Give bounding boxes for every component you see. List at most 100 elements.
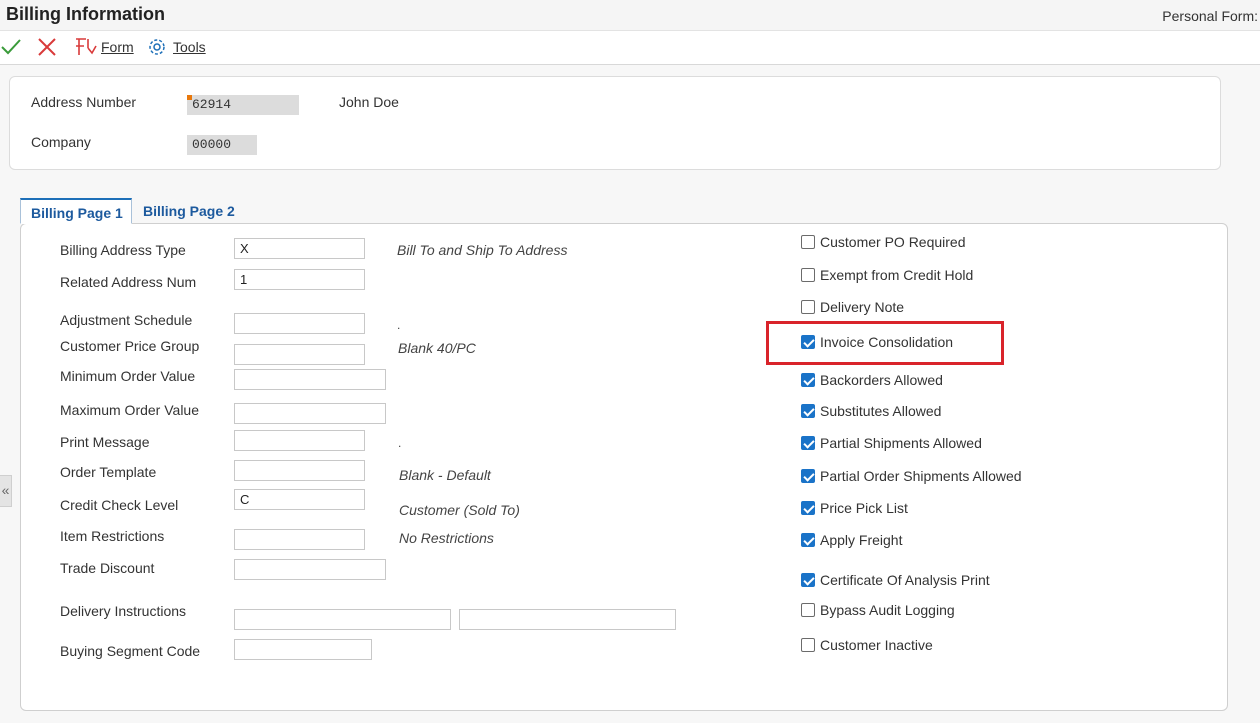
delivery-note-checkbox[interactable]: Delivery Note <box>801 299 904 315</box>
checkbox-box <box>801 573 815 587</box>
tab-billing-page-1[interactable]: Billing Page 1 <box>20 198 132 224</box>
order-template-desc: Blank - Default <box>399 467 491 483</box>
company-label: Company <box>31 134 91 150</box>
checkbox-box <box>801 300 815 314</box>
form-icon <box>76 38 97 55</box>
buying-segment-code-input[interactable] <box>234 639 372 660</box>
billing-address-type-label: Billing Address Type <box>60 242 186 258</box>
print-message-desc: . <box>398 436 402 450</box>
apply-freight-checkbox[interactable]: Apply Freight <box>801 532 902 548</box>
tab-billing-page-2[interactable]: Billing Page 2 <box>143 198 235 224</box>
double-chevron-left-icon: « <box>1 482 10 498</box>
tools-menu-label: Tools <box>173 39 206 55</box>
checkbox-label: Invoice Consolidation <box>820 334 954 350</box>
billing-page-1-panel <box>20 223 1228 711</box>
print-message-input[interactable] <box>234 430 365 451</box>
address-number-field: 62914 <box>187 95 299 115</box>
adjustment-schedule-desc: . <box>397 318 401 332</box>
company-field: 00000 <box>187 135 257 155</box>
checkbox-box <box>801 469 815 483</box>
buying-segment-code-label: Buying Segment Code <box>60 643 201 659</box>
title-bar: Billing Information Personal Form: <box>0 0 1260 31</box>
checkbox-box <box>801 533 815 547</box>
minimum-order-value-input[interactable] <box>234 369 386 390</box>
checkbox-label: Partial Shipments Allowed <box>820 435 982 451</box>
customer-price-group-label: Customer Price Group <box>60 338 200 354</box>
invoice-consolidation-checkbox[interactable]: Invoice Consolidation <box>801 334 953 350</box>
checkbox-label: Price Pick List <box>820 500 908 516</box>
close-icon <box>38 38 56 56</box>
checkbox-box <box>801 268 815 282</box>
checkbox-label: Apply Freight <box>820 532 903 548</box>
print-message-label: Print Message <box>60 434 150 450</box>
checkbox-label: Customer PO Required <box>820 234 966 250</box>
checkbox-box <box>801 404 815 418</box>
credit-check-level-input[interactable]: C <box>234 489 365 510</box>
adjustment-schedule-input[interactable] <box>234 313 365 334</box>
partial-shipments-allowed-checkbox[interactable]: Partial Shipments Allowed <box>801 435 982 451</box>
adjustment-schedule-label: Adjustment Schedule <box>60 312 193 328</box>
checkbox-label: Delivery Note <box>820 299 905 315</box>
checkbox-box <box>801 436 815 450</box>
form-menu-label: Form <box>101 39 134 55</box>
checkbox-label: Bypass Audit Logging <box>820 602 955 618</box>
exempt-from-credit-hold-checkbox[interactable]: Exempt from Credit Hold <box>801 267 973 283</box>
address-name: John Doe <box>339 94 399 110</box>
maximum-order-value-input[interactable] <box>234 403 386 424</box>
customer-price-group-desc: Blank 40/PC <box>398 340 476 356</box>
backorders-allowed-checkbox[interactable]: Backorders Allowed <box>801 372 943 388</box>
trade-discount-input[interactable] <box>234 559 386 580</box>
billing-address-type-input[interactable]: X <box>234 238 365 259</box>
company-value: 00000 <box>192 137 232 152</box>
checkbox-box <box>801 373 815 387</box>
checkbox-box <box>801 235 815 249</box>
checkbox-label: Partial Order Shipments Allowed <box>820 468 1022 484</box>
checkbox-label: Exempt from Credit Hold <box>820 267 974 283</box>
check-icon <box>1 39 21 55</box>
credit-check-level-label: Credit Check Level <box>60 497 179 513</box>
certificate-of-analysis-print-checkbox[interactable]: Certificate Of Analysis Print <box>801 572 990 588</box>
item-restrictions-label: Item Restrictions <box>60 528 165 544</box>
toolbar: Form Tools <box>0 31 1260 65</box>
checkbox-box <box>801 501 815 515</box>
collapse-toggle[interactable]: « <box>0 475 12 507</box>
delivery-instructions-label: Delivery Instructions <box>60 603 187 619</box>
related-address-num-input[interactable]: 1 <box>234 269 365 290</box>
address-number-label: Address Number <box>31 94 137 110</box>
price-pick-list-checkbox[interactable]: Price Pick List <box>801 500 908 516</box>
customer-price-group-input[interactable] <box>234 344 365 365</box>
customer-inactive-checkbox[interactable]: Customer Inactive <box>801 637 933 653</box>
tools-menu[interactable]: Tools <box>147 31 206 63</box>
address-number-value: 62914 <box>192 97 232 112</box>
checkbox-label: Certificate Of Analysis Print <box>820 572 990 588</box>
delivery-instructions-input-1[interactable] <box>234 609 451 630</box>
personal-form-menu[interactable]: Personal Form: <box>1162 8 1258 24</box>
page-title: Billing Information <box>6 4 165 24</box>
delivery-instructions-input-2[interactable] <box>459 609 676 630</box>
partial-order-shipments-allowed-checkbox[interactable]: Partial Order Shipments Allowed <box>801 468 1022 484</box>
required-marker <box>187 95 192 100</box>
checkbox-label: Substitutes Allowed <box>820 403 942 419</box>
billing-address-type-desc: Bill To and Ship To Address <box>397 242 568 258</box>
cancel-button[interactable] <box>37 31 57 63</box>
bypass-audit-logging-checkbox[interactable]: Bypass Audit Logging <box>801 602 955 618</box>
checkbox-box <box>801 335 815 349</box>
form-menu[interactable]: Form <box>74 31 134 63</box>
maximum-order-value-label: Maximum Order Value <box>60 402 200 418</box>
header-section: Address Number 62914 John Doe Company 00… <box>9 76 1221 170</box>
trade-discount-label: Trade Discount <box>60 560 155 576</box>
item-restrictions-input[interactable] <box>234 529 365 550</box>
checkbox-box <box>801 603 815 617</box>
gear-icon <box>149 39 165 55</box>
checkbox-label: Customer Inactive <box>820 637 933 653</box>
order-template-input[interactable] <box>234 460 365 481</box>
related-address-num-label: Related Address Num <box>60 274 197 290</box>
order-template-label: Order Template <box>60 464 157 480</box>
ok-button[interactable] <box>0 31 22 63</box>
customer-po-required-checkbox[interactable]: Customer PO Required <box>801 234 966 250</box>
checkbox-label: Backorders Allowed <box>820 372 943 388</box>
substitutes-allowed-checkbox[interactable]: Substitutes Allowed <box>801 403 941 419</box>
item-restrictions-desc: No Restrictions <box>399 530 494 546</box>
checkbox-box <box>801 638 815 652</box>
credit-check-level-desc: Customer (Sold To) <box>399 502 520 518</box>
